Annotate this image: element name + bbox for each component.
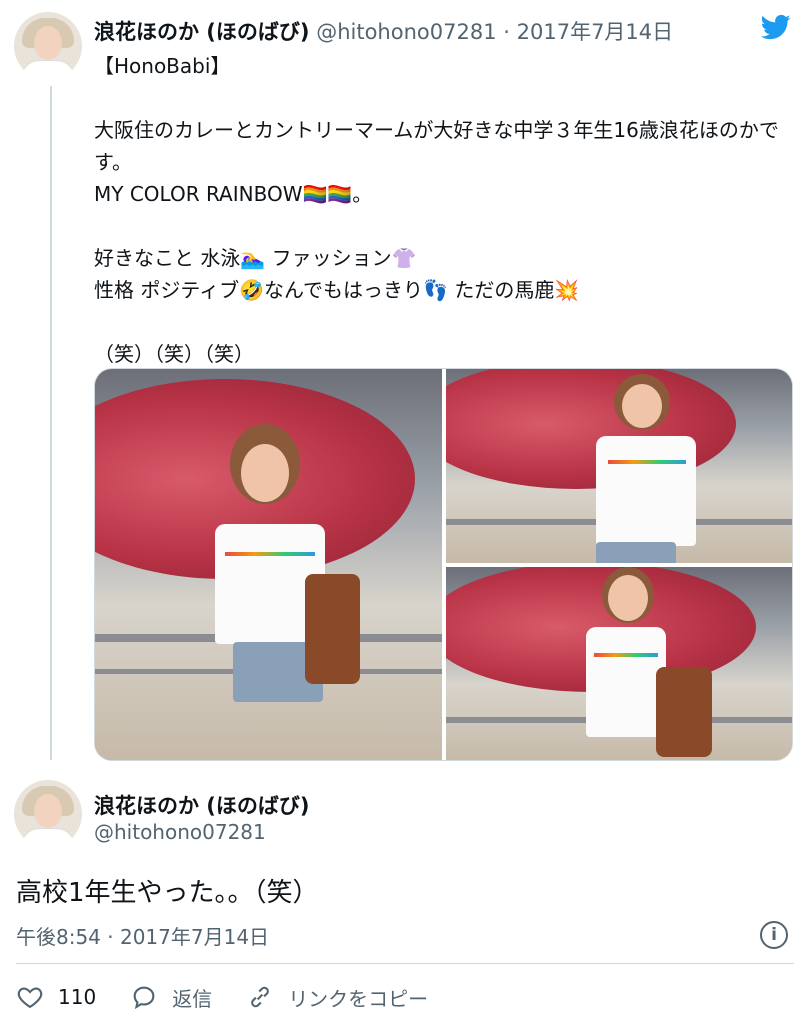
action-bar: 110 返信 リンクをコピー — [16, 980, 462, 1014]
like-button[interactable]: 110 — [16, 983, 96, 1011]
handle[interactable]: @hitohono07281 — [316, 20, 496, 44]
separator: · — [503, 20, 510, 44]
tweet-date[interactable]: 2017年7月14日 — [517, 20, 674, 44]
avatar[interactable] — [14, 12, 82, 80]
reply-button[interactable]: 返信 — [130, 983, 212, 1012]
reply-label: 返信 — [172, 986, 213, 1011]
copy-link-label: リンクをコピー — [288, 986, 429, 1011]
reply-icon — [133, 986, 155, 1010]
heart-icon — [17, 987, 43, 1009]
info-icon[interactable]: i — [760, 921, 788, 949]
thread-line — [50, 86, 52, 760]
link-icon — [251, 986, 270, 1008]
tweet-header: 浪花ほのか (ほのばび) @hitohono07281 · 2017年7月14日 — [94, 16, 673, 46]
tweet-timestamp[interactable]: 午後8:54 · 2017年7月14日 — [16, 921, 269, 950]
display-name[interactable]: 浪花ほのか (ほのばび) — [94, 20, 310, 44]
photo-1[interactable] — [95, 369, 442, 760]
divider — [16, 963, 794, 964]
photo-3[interactable] — [446, 567, 792, 760]
tweet-text: 高校1年生やった。。（笑） — [16, 878, 319, 908]
copy-link-button[interactable]: リンクをコピー — [246, 983, 428, 1012]
like-count: 110 — [58, 985, 97, 1009]
avatar[interactable] — [14, 780, 82, 848]
twitter-bird-icon[interactable] — [758, 12, 794, 42]
display-name[interactable]: 浪花ほのか (ほのばび) — [94, 790, 310, 820]
tweet-text: 【HonoBabi】 大阪住のカレーとカントリーマームが大好きな中学３年生16歳… — [94, 54, 779, 366]
media-grid — [94, 368, 793, 761]
handle[interactable]: @hitohono07281 — [94, 820, 266, 844]
photo-2[interactable] — [446, 369, 792, 563]
